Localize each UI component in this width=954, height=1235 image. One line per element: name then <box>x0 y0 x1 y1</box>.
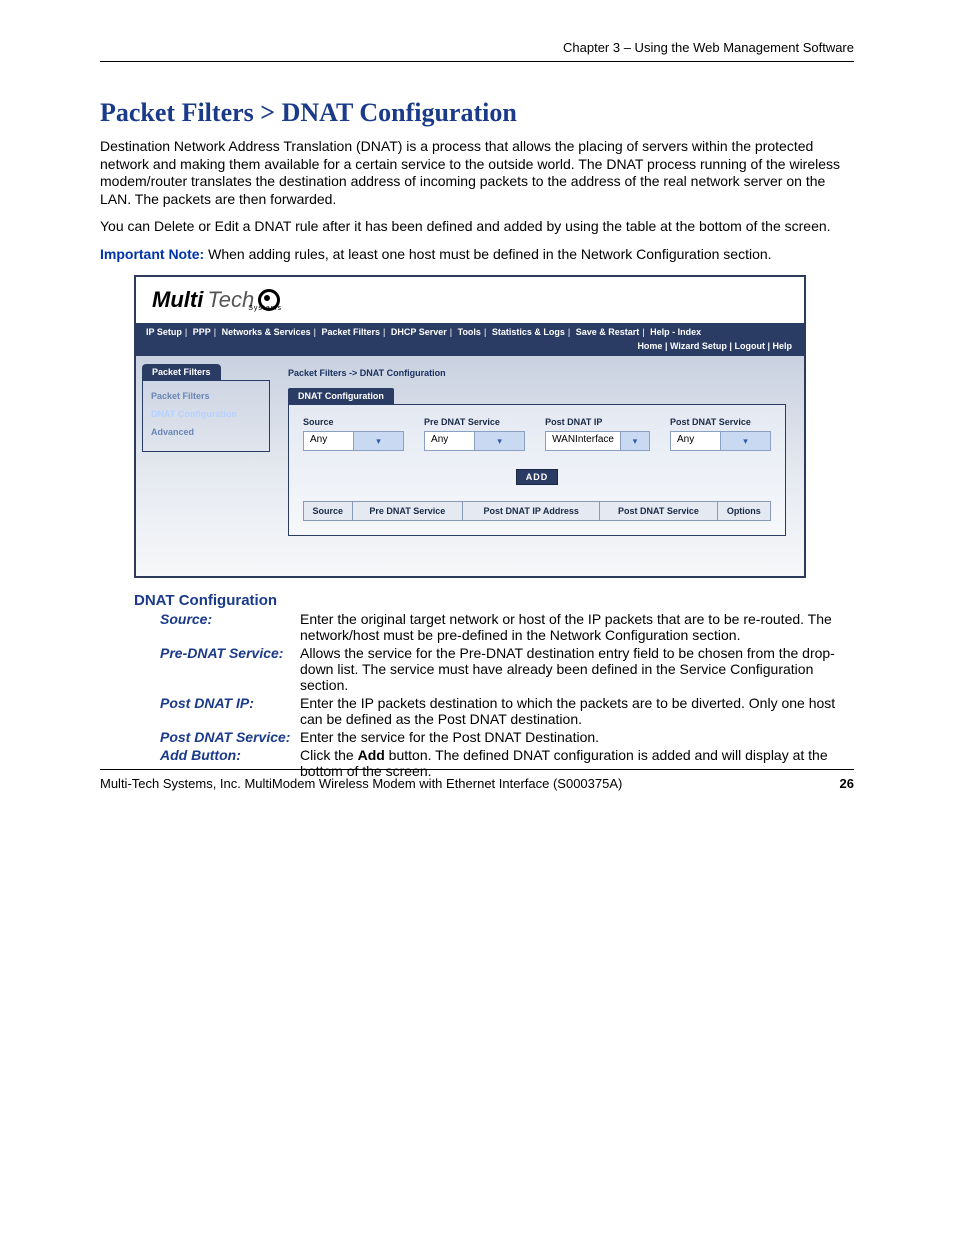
sidebar-item-advanced[interactable]: Advanced <box>151 423 261 441</box>
chevron-down-icon: ▾ <box>474 432 524 450</box>
nav-tools[interactable]: Tools <box>458 327 481 337</box>
def-post-svc-label: Post DNAT Service: <box>160 729 300 745</box>
def-post-ip-text: Enter the IP packets destination to whic… <box>300 695 854 727</box>
breadcrumb: Packet Filters -> DNAT Configuration <box>288 368 786 378</box>
add-button[interactable]: ADD <box>516 469 558 485</box>
brand-area: MultiTech Systems <box>136 277 804 323</box>
definition-list: Source: Enter the original target networ… <box>160 611 854 779</box>
def-post-ip-label: Post DNAT IP: <box>160 695 300 727</box>
pre-dnat-select[interactable]: Any ▾ <box>424 431 525 451</box>
th-options: Options <box>717 502 770 521</box>
th-pre-dnat: Pre DNAT Service <box>352 502 463 521</box>
source-select[interactable]: Any ▾ <box>303 431 404 451</box>
important-note-text: When adding rules, at least one host mus… <box>204 246 771 262</box>
brand-systems: Systems <box>248 305 282 312</box>
sidebar-item-dnat-config[interactable]: DNAT Configuration <box>151 405 261 423</box>
chevron-down-icon: ▾ <box>353 432 403 450</box>
nav-packet-filters[interactable]: Packet Filters <box>321 327 380 337</box>
rules-table: Source Pre DNAT Service Post DNAT IP Add… <box>303 501 771 521</box>
nav-help-index[interactable]: Help - Index <box>650 327 701 337</box>
def-post-svc-text: Enter the service for the Post DNAT Dest… <box>300 729 854 745</box>
post-dnat-ip-value: WANInterface <box>546 432 620 450</box>
def-pre-dnat-label: Pre-DNAT Service: <box>160 645 300 693</box>
sidebar: Packet Filters Packet Filters DNAT Confi… <box>136 356 276 576</box>
subnav-home[interactable]: Home <box>637 341 662 351</box>
page-title: Packet Filters > DNAT Configuration <box>100 98 854 128</box>
embedded-ui: MultiTech Systems IP Setup| PPP| Network… <box>134 275 806 578</box>
subnav-wizard[interactable]: Wizard Setup <box>670 341 727 351</box>
page-footer: Multi-Tech Systems, Inc. MultiModem Wire… <box>100 769 854 791</box>
nav-save-restart[interactable]: Save & Restart <box>576 327 640 337</box>
post-dnat-svc-select[interactable]: Any ▾ <box>670 431 771 451</box>
th-post-dnat-ip: Post DNAT IP Address <box>463 502 600 521</box>
chapter-header: Chapter 3 – Using the Web Management Sof… <box>100 40 854 62</box>
intro-paragraph-2: You can Delete or Edit a DNAT rule after… <box>100 218 854 236</box>
source-label: Source <box>303 417 404 427</box>
subnav-help[interactable]: Help <box>772 341 792 351</box>
main-nav: IP Setup| PPP| Networks & Services| Pack… <box>136 323 804 341</box>
important-note-label: Important Note: <box>100 246 204 262</box>
th-post-dnat-svc: Post DNAT Service <box>600 502 717 521</box>
source-select-value: Any <box>304 432 353 450</box>
box-title: DNAT Configuration <box>288 388 394 404</box>
def-source-text: Enter the original target network or hos… <box>300 611 854 643</box>
nav-stats-logs[interactable]: Statistics & Logs <box>492 327 565 337</box>
post-dnat-ip-label: Post DNAT IP <box>545 417 650 427</box>
nav-ip-setup[interactable]: IP Setup <box>146 327 182 337</box>
intro-paragraph-1: Destination Network Address Translation … <box>100 138 854 208</box>
pre-dnat-label: Pre DNAT Service <box>424 417 525 427</box>
th-source: Source <box>304 502 353 521</box>
subnav-logout[interactable]: Logout <box>734 341 765 351</box>
brand-multi: Multi <box>152 287 203 313</box>
nav-networks-services[interactable]: Networks & Services <box>222 327 311 337</box>
important-note: Important Note: When adding rules, at le… <box>100 246 854 264</box>
post-dnat-svc-value: Any <box>671 432 720 450</box>
sidebar-item-packet-filters[interactable]: Packet Filters <box>151 387 261 405</box>
def-pre-dnat-text: Allows the service for the Pre-DNAT dest… <box>300 645 854 693</box>
pre-dnat-select-value: Any <box>425 432 474 450</box>
post-dnat-svc-label: Post DNAT Service <box>670 417 771 427</box>
footer-text: Multi-Tech Systems, Inc. MultiModem Wire… <box>100 776 622 791</box>
page-number: 26 <box>840 776 854 791</box>
brand-tech: Tech <box>207 287 254 313</box>
chevron-down-icon: ▾ <box>620 432 649 450</box>
sub-nav: Home | Wizard Setup | Logout | Help <box>136 341 804 356</box>
chevron-down-icon: ▾ <box>720 432 770 450</box>
dnat-config-box: Source Any ▾ Pre DNAT Service Any ▾ <box>288 404 786 536</box>
nav-ppp[interactable]: PPP <box>193 327 211 337</box>
section-heading: DNAT Configuration <box>134 592 854 609</box>
post-dnat-ip-select[interactable]: WANInterface ▾ <box>545 431 650 451</box>
nav-dhcp-server[interactable]: DHCP Server <box>391 327 447 337</box>
sidebar-tab: Packet Filters <box>142 364 221 380</box>
def-source-label: Source: <box>160 611 300 643</box>
